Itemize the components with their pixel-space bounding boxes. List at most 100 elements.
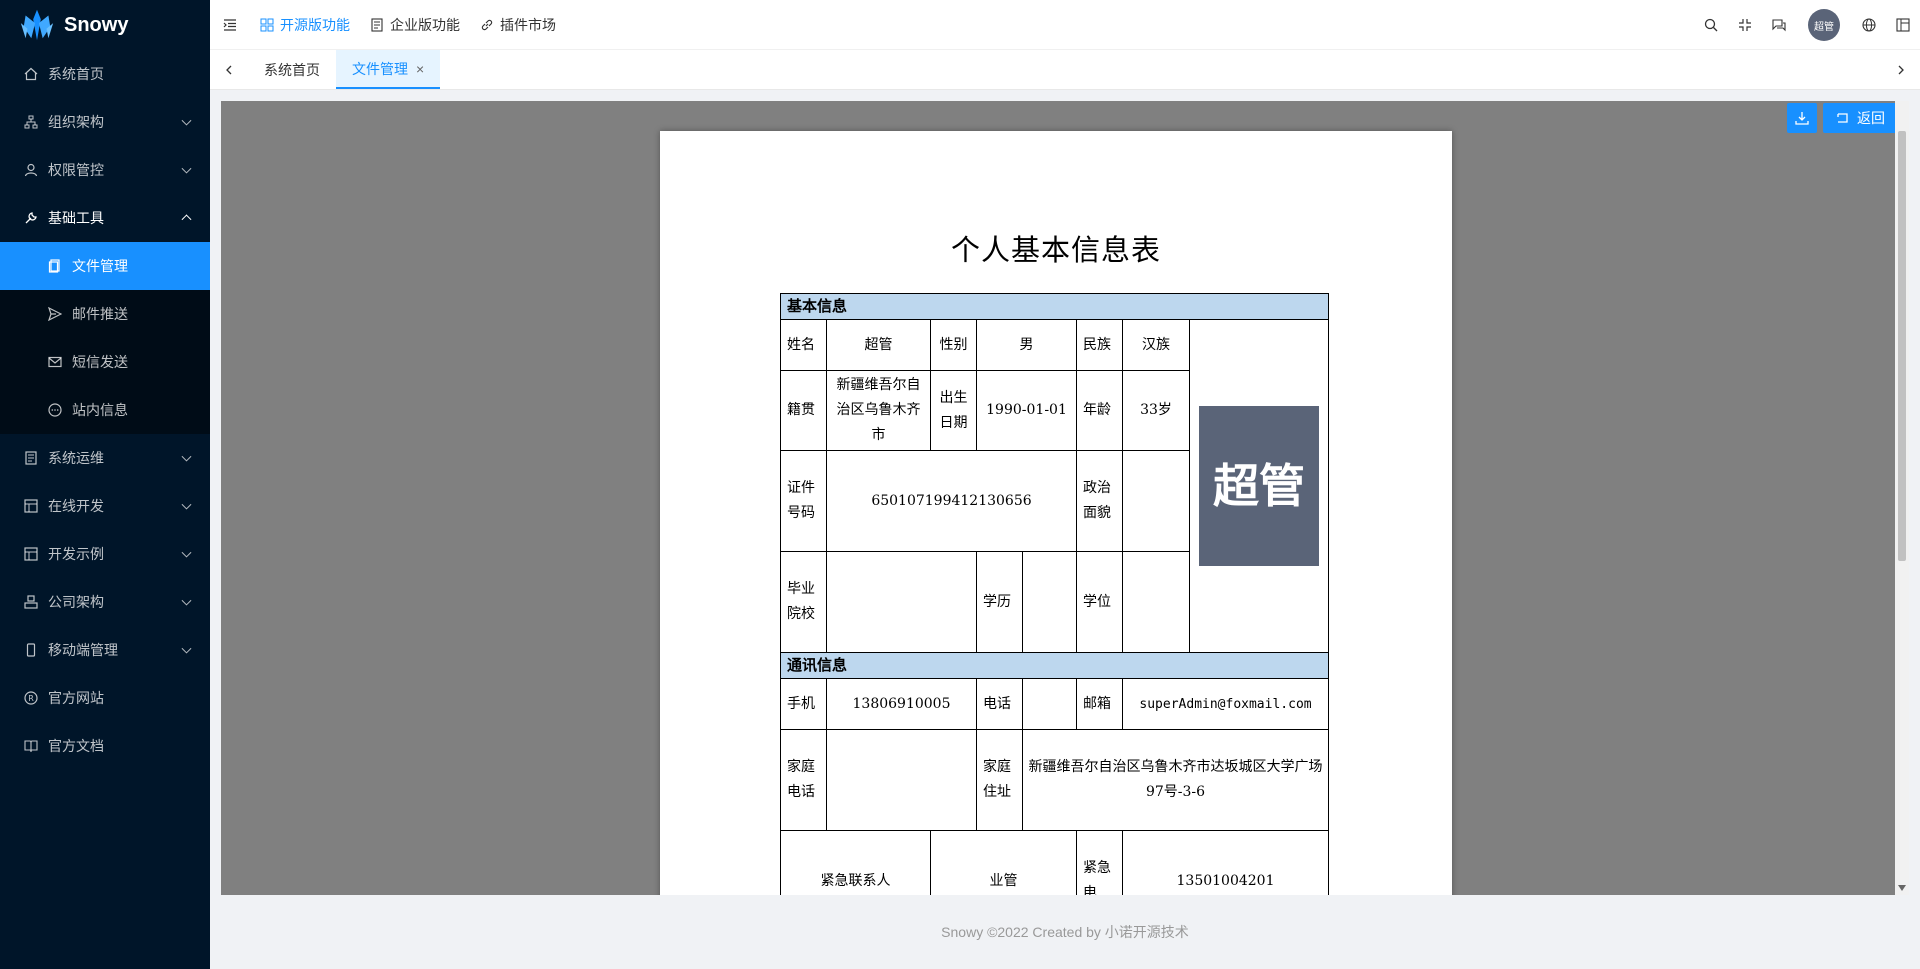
value-political	[1122, 450, 1190, 552]
fullscreen-icon	[1739, 19, 1751, 31]
photo: 超管	[1199, 406, 1319, 566]
section-row: 基本信息	[779, 293, 1330, 320]
tab-file-management[interactable]: 文件管理 ×	[336, 50, 441, 89]
sidebar-item-label: 站内信息	[72, 402, 128, 418]
layout-settings-button[interactable]	[1886, 0, 1920, 50]
label-political: 政治面貌	[1076, 450, 1123, 552]
section-basic: 基本信息	[779, 293, 1330, 320]
top-menu-label: 开源版功能	[280, 16, 350, 33]
sidebar-item-file-management[interactable]: 文件管理	[0, 242, 210, 290]
sidebar-item-company[interactable]: 公司架构	[0, 578, 210, 626]
value-id-number: 650107199412130656	[826, 450, 1077, 552]
sidebar-submenu-tools: 文件管理 邮件推送 短信发送 站内信息	[0, 242, 210, 434]
menu-fold-button[interactable]	[210, 0, 250, 50]
chevron-down-icon	[181, 163, 192, 174]
mail-icon	[48, 355, 62, 369]
value-email: superAdmin@foxmail.com	[1121, 678, 1330, 730]
top-menu-enterprise[interactable]: 企业版功能	[360, 0, 470, 50]
value-education	[1022, 551, 1077, 653]
org-icon	[24, 115, 38, 129]
company-icon	[24, 595, 38, 609]
avatar[interactable]: 超管	[1808, 9, 1840, 41]
sidebar-item-official-docs[interactable]: 官方文档	[0, 722, 210, 770]
sidebar-item-label: 开发示例	[48, 546, 104, 562]
sidebar-item-examples[interactable]: 开发示例	[0, 530, 210, 578]
scroll-down-icon[interactable]	[1898, 885, 1906, 891]
table-row: 紧急联系人 业管 紧急电 13501004201	[780, 830, 1330, 895]
back-button[interactable]: 返回	[1823, 103, 1897, 133]
chat-icon	[1772, 19, 1786, 32]
sidebar-item-label: 官方文档	[48, 738, 104, 754]
sidebar-item-label: 文件管理	[72, 258, 128, 274]
sidebar-item-online-dev[interactable]: 在线开发	[0, 482, 210, 530]
tab-label: 文件管理	[352, 60, 408, 77]
top-menu-plugin-market[interactable]: 插件市场	[470, 0, 566, 50]
chevron-left-icon	[226, 65, 232, 74]
search-icon	[1704, 18, 1718, 32]
value-ethnicity: 汉族	[1122, 319, 1190, 371]
messages-button[interactable]	[1762, 0, 1796, 50]
label-phone: 电话	[976, 678, 1023, 730]
label-email: 邮箱	[1076, 678, 1123, 730]
table-row: 家庭电话 家庭住址 新疆维吾尔自治区乌鲁木齐市达坂城区大学广场97号-3-6	[780, 729, 1330, 831]
tab-label: 系统首页	[264, 61, 320, 78]
sidebar-item-home[interactable]: 系统首页	[0, 50, 210, 98]
sidebar-item-official-site[interactable]: R 官方网站	[0, 674, 210, 722]
table-row: 姓名 超管 性别 男 民族 汉族 超管	[780, 319, 1330, 653]
close-icon[interactable]: ×	[416, 61, 424, 77]
language-button[interactable]	[1852, 0, 1886, 50]
doc-icon	[24, 739, 38, 753]
sidebar-item-tools[interactable]: 基础工具	[0, 194, 210, 242]
sidebar-item-label: 组织架构	[48, 114, 104, 130]
label-gender: 性别	[930, 319, 977, 371]
tab-scroll-left[interactable]	[210, 50, 248, 89]
menu-fold-icon	[223, 18, 236, 31]
sidebar-item-permission[interactable]: 权限管控	[0, 146, 210, 194]
sidebar-item-mail-push[interactable]: 邮件推送	[0, 290, 210, 338]
label-degree: 学位	[1076, 551, 1123, 653]
sidebar-item-label: 公司架构	[48, 594, 104, 610]
label-birth-date: 出生日期	[930, 370, 977, 451]
sidebar-item-label: 基础工具	[48, 210, 104, 226]
viewer-scrollbar[interactable]	[1895, 101, 1909, 895]
tab-home[interactable]: 系统首页	[248, 50, 336, 89]
scrollbar-thumb[interactable]	[1898, 131, 1906, 561]
example-icon	[24, 547, 38, 561]
document-viewer[interactable]: 个人基本信息表 基本信息 姓名 超管 性别 男 民族 汉族 超管 籍贯 新疆维吾…	[221, 101, 1909, 895]
value-school	[826, 551, 977, 653]
label-home-phone: 家庭电话	[780, 729, 827, 831]
photo-cell: 超管	[1188, 319, 1330, 653]
message-icon	[48, 403, 62, 417]
search-button[interactable]	[1694, 0, 1728, 50]
globe-icon	[1862, 18, 1876, 32]
sidebar-item-org[interactable]: 组织架构	[0, 98, 210, 146]
value-birth-date: 1990-01-01	[976, 370, 1077, 451]
sidebar-item-label: 移动端管理	[48, 642, 118, 658]
download-button[interactable]	[1787, 103, 1817, 133]
section-row: 通讯信息	[779, 652, 1330, 679]
table-row: 手机 13806910005 电话 邮箱 superAdmin@foxmail.…	[780, 678, 1330, 730]
mobile-icon	[24, 643, 38, 657]
footer-text: Snowy ©2022 Created by 小诺开源技术	[941, 924, 1189, 940]
sidebar-item-ops[interactable]: 系统运维	[0, 434, 210, 482]
chevron-down-icon	[181, 451, 192, 462]
sidebar-item-sms[interactable]: 短信发送	[0, 338, 210, 386]
top-menu-label: 企业版功能	[390, 16, 460, 33]
top-menu-open-source[interactable]: 开源版功能	[250, 0, 360, 50]
fullscreen-button[interactable]	[1728, 0, 1762, 50]
svg-text:R: R	[28, 694, 34, 703]
tab-scroll-right[interactable]	[1882, 50, 1920, 90]
sidebar-item-mobile[interactable]: 移动端管理	[0, 626, 210, 674]
sidebar: Snowy 系统首页 组织架构 权限管控 基础工具 文件管理 邮件推送 短信发送	[0, 0, 210, 969]
viewer-actions: 返回	[1787, 103, 1897, 133]
chevron-down-icon	[181, 547, 192, 558]
sidebar-item-site-message[interactable]: 站内信息	[0, 386, 210, 434]
sidebar-item-label: 系统首页	[48, 66, 104, 82]
label-age: 年龄	[1076, 370, 1123, 451]
file-icon	[48, 259, 62, 273]
document-page: 个人基本信息表 基本信息 姓名 超管 性别 男 民族 汉族 超管 籍贯 新疆维吾…	[660, 131, 1452, 895]
sidebar-item-label: 权限管控	[48, 162, 104, 178]
info-table: 基本信息 姓名 超管 性别 男 民族 汉族 超管 籍贯 新疆维吾尔自治区乌鲁木齐…	[779, 293, 1330, 895]
app-logo[interactable]: Snowy	[0, 0, 210, 50]
app-name: Snowy	[64, 13, 129, 36]
